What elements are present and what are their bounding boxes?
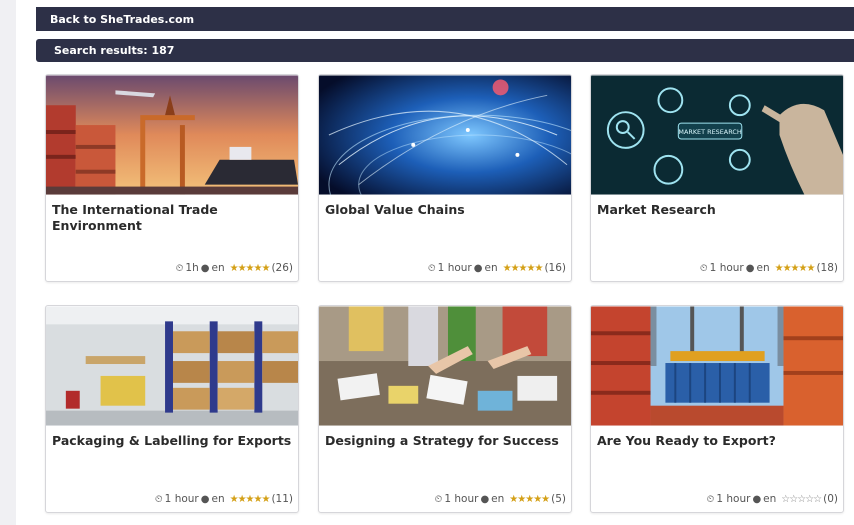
star-icon: ★★★★★ (509, 493, 550, 505)
course-card-packaging-labelling[interactable]: Packaging & Labelling for Exports ⏲ 1 ho… (45, 305, 299, 513)
course-rating-count: (11) (271, 493, 293, 505)
star-icon: ★★★★★ (229, 493, 271, 505)
course-meta: ⏲ 1 hour ● en ☆☆☆☆☆ (0) (707, 493, 838, 505)
clock-icon: ⏲ (699, 262, 708, 274)
star-icon: ★★★★★ (774, 262, 816, 274)
clock-icon: ⏲ (427, 262, 436, 274)
course-meta: ⏲ 1 hour ● en ★★★★★ (11) (155, 493, 293, 505)
course-language: en (763, 493, 777, 505)
course-image-warehouse (46, 306, 298, 426)
course-rating-count: (18) (816, 262, 838, 274)
course-language: en (756, 262, 770, 274)
course-duration: 1 hour (164, 493, 199, 505)
course-image-container-crane (591, 306, 843, 426)
course-title[interactable]: The International Trade Environment (52, 202, 292, 233)
star-icon: ★★★★★ (229, 262, 271, 274)
clock-icon: ⏲ (706, 493, 715, 505)
back-to-shetrades-link[interactable]: Back to SheTrades.com (50, 13, 194, 26)
course-title[interactable]: Designing a Strategy for Success (325, 433, 565, 449)
globe-icon: ● (480, 493, 490, 505)
course-card-global-value-chains[interactable]: Global Value Chains ⏲ 1 hour ● en ★★★★★ … (318, 74, 572, 282)
course-title[interactable]: Packaging & Labelling for Exports (52, 433, 292, 449)
course-language: en (484, 262, 498, 274)
star-icon: ☆☆☆☆☆ (781, 493, 822, 505)
course-language: en (211, 262, 225, 274)
course-duration: 1 hour (437, 262, 472, 274)
course-meta: ⏲ 1h ● en ★★★★★ (26) (176, 262, 293, 274)
globe-icon: ● (200, 262, 210, 274)
star-icon: ★★★★★ (502, 262, 544, 274)
globe-icon: ● (745, 262, 755, 274)
course-language: en (211, 493, 225, 505)
course-meta: ⏲ 1 hour ● en ★★★★★ (5) (435, 493, 566, 505)
course-card-international-trade[interactable]: The International Trade Environment ⏲ 1h… (45, 74, 299, 282)
course-rating-count: (5) (551, 493, 566, 505)
course-meta: ⏲ 1 hour ● en ★★★★★ (16) (428, 262, 566, 274)
course-duration: 1 hour (716, 493, 751, 505)
course-image-port-containers (46, 75, 298, 195)
course-image-market-research: MARKET RESEARCH (591, 75, 843, 195)
course-meta: ⏲ 1 hour ● en ★★★★★ (18) (700, 262, 838, 274)
top-navigation-bar: Back to SheTrades.com (36, 7, 854, 31)
course-card-strategy-success[interactable]: Designing a Strategy for Success ⏲ 1 hou… (318, 305, 572, 513)
search-results-header: Search results: 187 (36, 39, 854, 62)
clock-icon: ⏲ (434, 493, 443, 505)
left-rail (0, 0, 16, 525)
course-duration: 1 hour (709, 262, 744, 274)
course-image-team-planning (319, 306, 571, 426)
globe-icon: ● (200, 493, 210, 505)
clock-icon: ⏲ (175, 262, 184, 274)
course-duration: 1h (185, 262, 199, 274)
course-language: en (491, 493, 505, 505)
course-card-ready-to-export[interactable]: Are You Ready to Export? ⏲ 1 hour ● en ☆… (590, 305, 844, 513)
globe-icon: ● (752, 493, 762, 505)
search-results-count: Search results: 187 (54, 44, 175, 57)
course-title[interactable]: Are You Ready to Export? (597, 433, 837, 449)
course-title[interactable]: Global Value Chains (325, 202, 565, 218)
svg-text:MARKET RESEARCH: MARKET RESEARCH (678, 128, 741, 136)
course-rating-count: (16) (544, 262, 566, 274)
course-rating-count: (26) (271, 262, 293, 274)
course-image-globe-network (319, 75, 571, 195)
course-card-market-research[interactable]: MARKET RESEARCH Market Research ⏲ 1 hour… (590, 74, 844, 282)
course-title[interactable]: Market Research (597, 202, 837, 218)
clock-icon: ⏲ (154, 493, 163, 505)
course-duration: 1 hour (444, 493, 479, 505)
globe-icon: ● (473, 262, 483, 274)
course-rating-count: (0) (823, 493, 838, 505)
